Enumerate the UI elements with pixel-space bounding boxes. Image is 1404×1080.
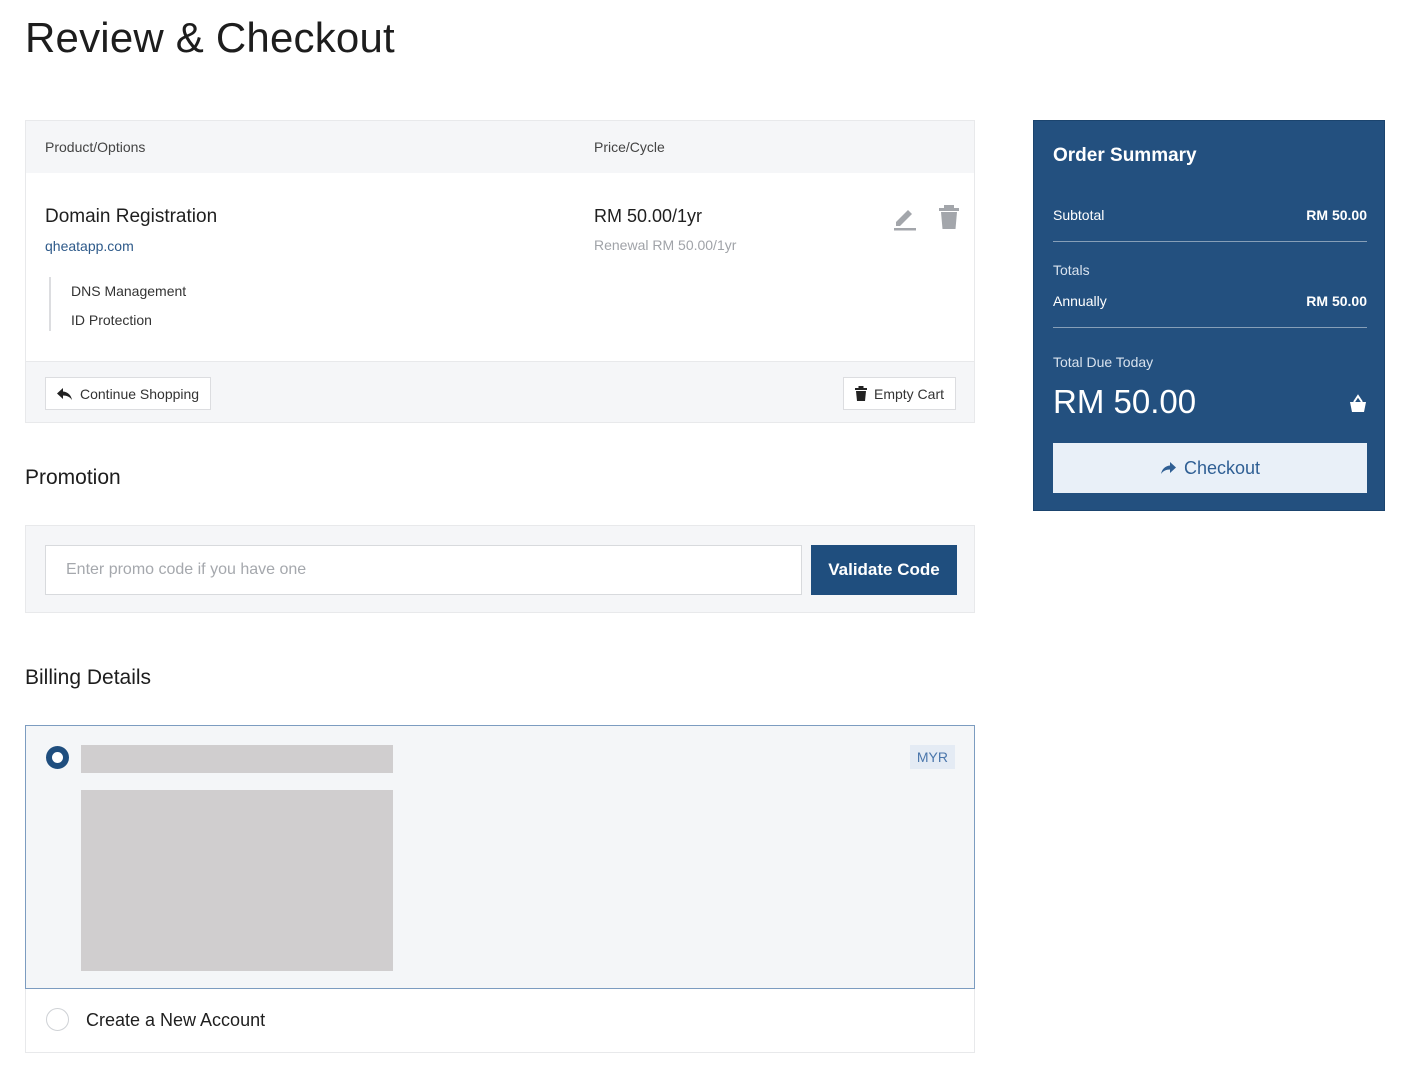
column-header-product: Product/Options: [45, 139, 146, 155]
product-name: Domain Registration: [45, 206, 218, 227]
cart-header: Product/Options Price/Cycle: [26, 121, 974, 173]
column-header-price: Price/Cycle: [594, 139, 665, 155]
billing-details-title: Billing Details: [25, 666, 152, 689]
account-radio-selected[interactable]: [46, 746, 69, 769]
share-arrow-icon: [1160, 462, 1176, 474]
basket-icon: [1348, 394, 1368, 414]
addon-list: DNS Management ID Protection: [49, 277, 186, 331]
reply-arrow-icon: [57, 387, 72, 400]
product-price: RM 50.00/1yr: [594, 206, 703, 226]
product-domain-link[interactable]: qheatapp.com: [45, 238, 134, 254]
order-summary-title: Order Summary: [1053, 145, 1197, 166]
continue-shopping-button[interactable]: Continue Shopping: [45, 377, 212, 410]
total-due-label: Total Due Today: [1053, 354, 1154, 370]
checkout-button[interactable]: Checkout: [1053, 443, 1367, 493]
currency-badge: MYR: [909, 745, 955, 769]
edit-icon[interactable]: [892, 203, 918, 231]
renewal-price: Renewal RM 50.00/1yr: [594, 237, 737, 253]
cart-footer: Continue Shopping Empty Cart: [26, 362, 974, 422]
page-title: Review & Checkout: [25, 14, 395, 61]
annually-row: Annually RM 50.00: [1053, 293, 1367, 309]
promotion-panel: Validate Code: [25, 525, 975, 613]
annually-label: Annually: [1053, 293, 1107, 309]
cart-table: Product/Options Price/Cycle Domain Regis…: [25, 120, 975, 423]
subtotal-row: Subtotal RM 50.00: [1053, 207, 1367, 223]
addon-item: ID Protection: [71, 312, 152, 328]
account-name-redacted: [81, 745, 393, 773]
subtotal-label: Subtotal: [1053, 207, 1105, 223]
total-due-amount: RM 50.00: [1053, 383, 1197, 420]
promo-code-input[interactable]: [45, 545, 802, 595]
totals-label: Totals: [1053, 262, 1090, 278]
subtotal-value: RM 50.00: [1306, 207, 1367, 223]
cart-item: Domain Registration qheatapp.com DNS Man…: [26, 173, 974, 362]
validate-code-button[interactable]: Validate Code: [811, 545, 957, 595]
existing-account-option[interactable]: MYR: [25, 725, 975, 989]
summary-divider: [1053, 241, 1367, 242]
addon-item: DNS Management: [71, 283, 187, 299]
promotion-title: Promotion: [25, 466, 121, 489]
continue-shopping-label: Continue Shopping: [80, 385, 200, 402]
trash-icon[interactable]: [936, 203, 962, 231]
new-account-label[interactable]: Create a New Account: [86, 1010, 265, 1031]
account-address-redacted: [81, 790, 393, 971]
billing-options: MYR Create a New Account: [25, 725, 975, 1053]
order-summary-panel: Order Summary Subtotal RM 50.00 Totals A…: [1033, 120, 1385, 511]
annually-value: RM 50.00: [1306, 293, 1367, 309]
new-account-radio[interactable]: [46, 1008, 69, 1031]
empty-cart-button[interactable]: Empty Cart: [842, 377, 956, 410]
empty-cart-label: Empty Cart: [873, 385, 944, 402]
summary-divider: [1053, 327, 1367, 328]
checkout-label: Checkout: [1183, 457, 1261, 478]
trash-icon: [854, 386, 867, 401]
